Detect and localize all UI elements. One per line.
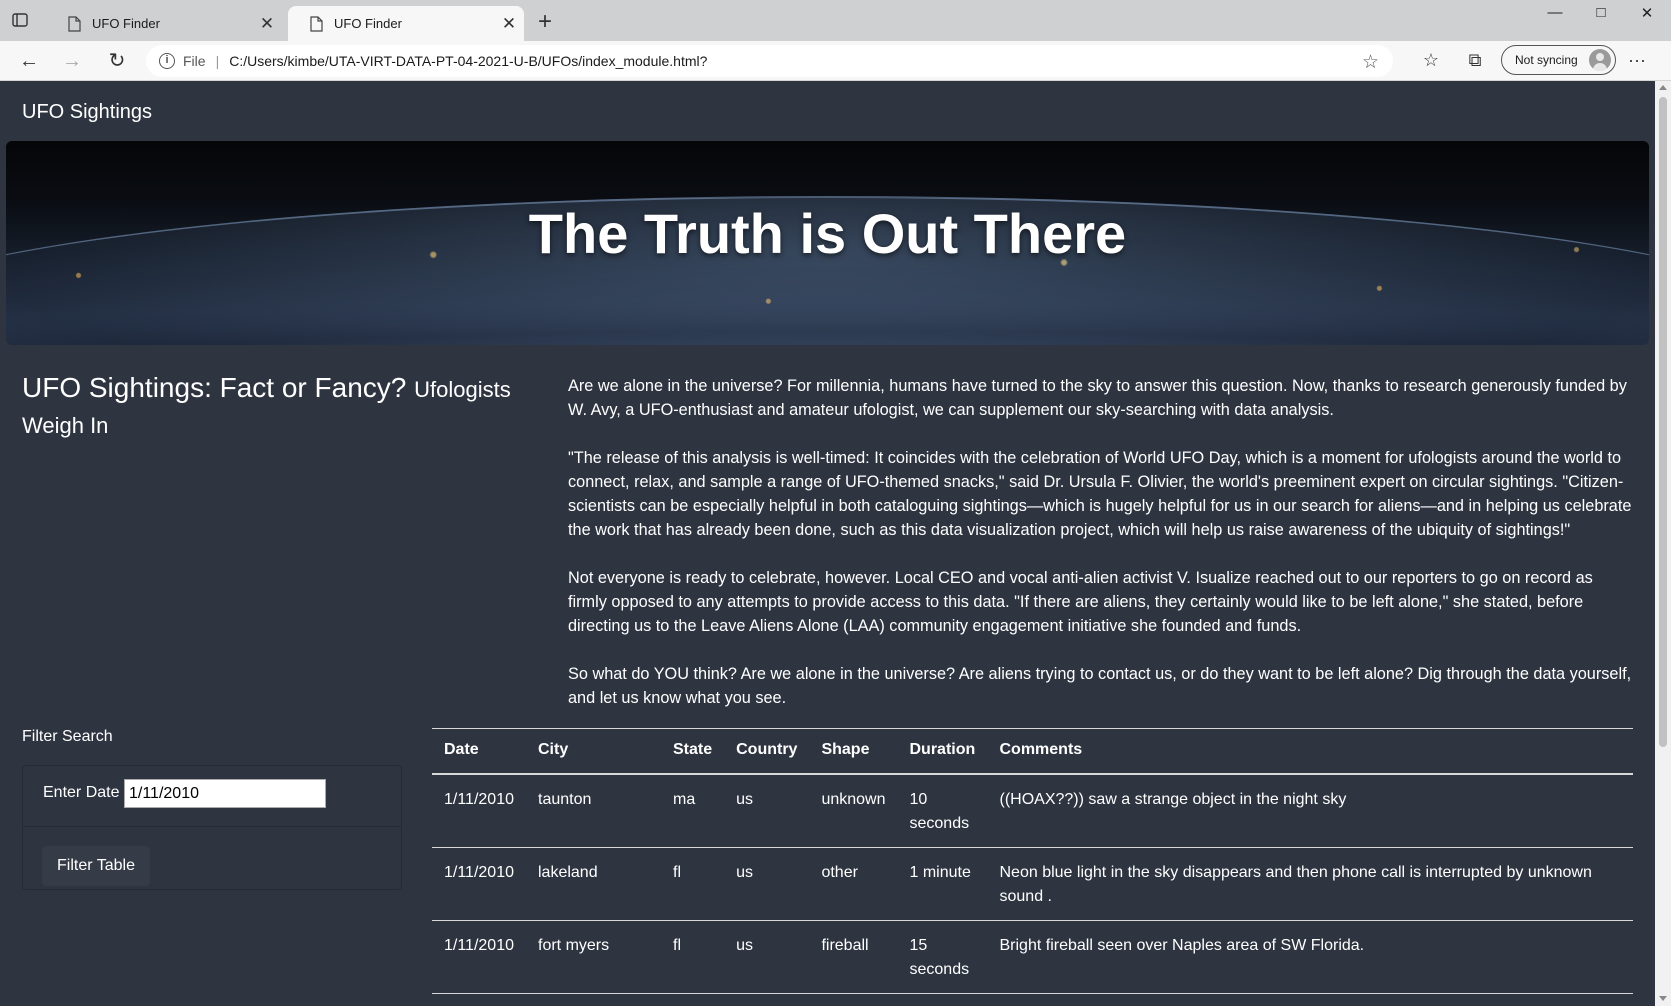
scrollbar[interactable] — [1655, 81, 1671, 1006]
table-cell: unknown — [809, 774, 898, 848]
browser-tab[interactable]: UFO Finder ✕ — [46, 6, 282, 41]
table-cell: 1/11/2010 — [432, 774, 526, 848]
table-header-row: Date City State Country Shape Duration C… — [432, 728, 1633, 775]
favorite-star-icon[interactable]: ☆ — [1362, 51, 1379, 74]
filter-row: Enter Date — [23, 766, 401, 827]
article-paragraph: Are we alone in the universe? For millen… — [568, 377, 1627, 419]
table-cell: us — [724, 774, 810, 848]
forward-icon[interactable]: → — [58, 48, 86, 74]
document-icon — [310, 15, 323, 32]
file-label: File — [183, 53, 206, 69]
browser-tab-bar: UFO Finder ✕ UFO Finder ✕ + — □ ✕ — [0, 0, 1671, 41]
table-row: 1/11/2010 lakeland fl us other 1 minute … — [432, 847, 1633, 921]
article-paragraph: So what do YOU think? Are we alone in th… — [568, 665, 1632, 707]
table-cell: ma — [661, 774, 725, 848]
table-cell: Bright fireball seen over Naples area of… — [987, 920, 1633, 994]
column-header: Country — [724, 728, 810, 775]
table-cell: us — [724, 847, 810, 921]
table-cell: fort myers — [526, 920, 661, 994]
filter-panel: Enter Date Filter Table — [22, 765, 402, 890]
avatar — [1589, 49, 1611, 71]
article-paragraph: "The release of this analysis is well-ti… — [568, 449, 1632, 539]
table-cell: 1/11/2010 — [432, 847, 526, 921]
close-icon[interactable]: ✕ — [252, 14, 282, 34]
article-body: Are we alone in the universe? For millen… — [568, 374, 1633, 734]
hero-banner: The Truth is Out There — [6, 141, 1649, 345]
table-cell: other — [809, 847, 898, 921]
table-cell: lakeland — [526, 847, 661, 921]
scroll-thumb[interactable] — [1659, 97, 1667, 747]
filter-table-button[interactable]: Filter Table — [42, 846, 150, 886]
hero-title: The Truth is Out There — [528, 202, 1127, 265]
table-cell: 1 minute — [897, 847, 988, 921]
filter-heading: Filter Search — [22, 728, 113, 745]
back-icon[interactable]: ← — [15, 48, 43, 74]
document-icon — [68, 15, 81, 32]
collections-icon[interactable]: ⧉ — [1462, 50, 1488, 71]
new-tab-icon[interactable]: + — [533, 10, 557, 35]
table-cell: 15 seconds — [897, 920, 988, 994]
column-header: Shape — [809, 728, 898, 775]
refresh-icon[interactable]: ↻ — [103, 48, 131, 74]
browser-tab-active[interactable]: UFO Finder ✕ — [288, 6, 524, 41]
tab-actions-icon[interactable] — [12, 13, 38, 35]
tab-title: UFO Finder — [334, 16, 402, 31]
table-cell: 1/11/2010 — [432, 920, 526, 994]
article-paragraph: Not everyone is ready to celebrate, howe… — [568, 569, 1593, 635]
info-icon[interactable]: i — [159, 53, 175, 69]
sync-label: Not syncing — [1515, 53, 1578, 67]
table-cell: taunton — [526, 774, 661, 848]
scroll-down-icon[interactable] — [1659, 996, 1667, 1001]
column-header: City — [526, 728, 661, 775]
table-cell: fl — [661, 920, 725, 994]
sightings-table: Date City State Country Shape Duration C… — [432, 728, 1633, 994]
page-title: UFO Sightings: Fact or Fancy? Ufologists… — [22, 371, 522, 443]
address-bar: ← → ↻ i File | C:/Users/kimbe/UTA-VIRT-D… — [0, 41, 1671, 81]
table-cell: 10 seconds — [897, 774, 988, 848]
maximize-icon[interactable]: □ — [1578, 4, 1624, 28]
column-header: Duration — [897, 728, 988, 775]
table-cell: us — [724, 920, 810, 994]
table-cell: fireball — [809, 920, 898, 994]
close-icon[interactable]: ✕ — [494, 14, 524, 34]
more-icon[interactable]: ··· — [1628, 50, 1646, 71]
column-header: Comments — [987, 728, 1633, 775]
column-header: State — [661, 728, 725, 775]
scroll-up-icon[interactable] — [1659, 85, 1667, 90]
date-label: Enter Date — [43, 784, 120, 801]
url-text[interactable]: C:/Users/kimbe/UTA-VIRT-DATA-PT-04-2021-… — [229, 53, 707, 69]
table-cell: ((HOAX??)) saw a strange object in the n… — [987, 774, 1633, 848]
url-field[interactable]: i File | C:/Users/kimbe/UTA-VIRT-DATA-PT… — [146, 45, 1393, 77]
window-close-icon[interactable]: ✕ — [1624, 4, 1670, 28]
navbar-brand[interactable]: UFO Sightings — [22, 101, 152, 124]
title-main: UFO Sightings: Fact or Fancy? — [22, 372, 407, 403]
table-row: 1/11/2010 fort myers fl us fireball 15 s… — [432, 920, 1633, 994]
favorites-icon[interactable]: ☆ — [1418, 50, 1444, 71]
date-input[interactable] — [124, 779, 326, 808]
column-header: Date — [432, 728, 526, 775]
tab-title: UFO Finder — [92, 16, 160, 31]
page-content: UFO Sightings The Truth is Out There UFO… — [0, 81, 1655, 1006]
sync-button[interactable]: Not syncing — [1501, 45, 1616, 75]
table-row: 1/11/2010 taunton ma us unknown 10 secon… — [432, 774, 1633, 848]
minimize-icon[interactable]: — — [1532, 4, 1578, 28]
table-cell: Neon blue light in the sky disappears an… — [987, 847, 1633, 921]
table-cell: fl — [661, 847, 725, 921]
